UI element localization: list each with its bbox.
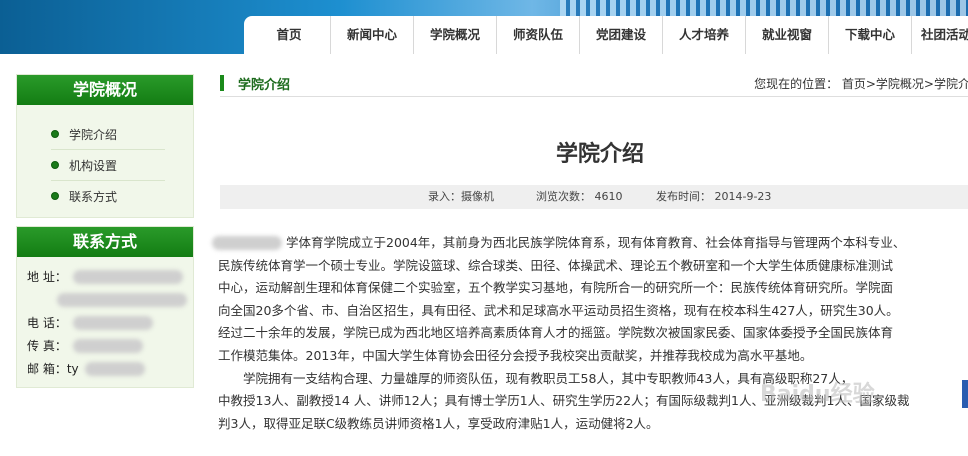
meta-views: 浏览次数： 4610 (536, 190, 623, 203)
title-marker (220, 75, 224, 91)
breadcrumb[interactable]: 您现在的位置： 首页>学院概况>学院介 (754, 75, 968, 92)
nav-overview[interactable]: 学院概况 (414, 16, 497, 54)
site-header: 首页 新闻中心 学院概况 师资队伍 党团建设 人才培养 就业视窗 下载中心 社团… (0, 0, 968, 54)
nav-news[interactable]: 新闻中心 (331, 16, 414, 54)
article-line: 判3人，取得亚足联C级教练员讲师资格1人，享受政府津贴1人，运动健将2人。 (218, 415, 659, 431)
article-meta: 录入：摄像机 浏览次数： 4610 发布时间： 2014-9-23 (220, 185, 968, 209)
sidebar-list: 学院介绍 机构设置 联系方式 (17, 105, 193, 213)
contact-label: 地 址： (27, 270, 67, 284)
contact-label: 传 真： (27, 339, 67, 353)
article-line: 向全国20多个省、市、自治区招生，具有田径、武术和足球高水平运动员招生资格，现有… (218, 302, 899, 318)
redacted-blur (72, 338, 143, 353)
bullet-icon (51, 192, 59, 200)
bullet-icon (51, 161, 59, 169)
sidebar-item-contact[interactable]: 联系方式 (51, 181, 165, 211)
sidebar-item-label: 机构设置 (69, 158, 118, 173)
article-title: 学院介绍 (555, 142, 644, 167)
nav-downloads[interactable]: 下载中心 (829, 16, 912, 54)
section-title: 学院介绍 (238, 78, 291, 93)
sidebar-item-intro[interactable]: 学院介绍 (51, 119, 165, 150)
redacted-blur (72, 269, 183, 284)
main-nav: 首页 新闻中心 学院概况 师资队伍 党团建设 人才培养 就业视窗 下载中心 社团… (248, 16, 968, 54)
meta-date: 发布时间： 2014-9-23 (656, 190, 772, 203)
nav-home[interactable]: 首页 (248, 16, 331, 54)
contact-fax: 传 真： (27, 334, 193, 357)
article-line: 中心，运动解剖生理和体育保健二个实验室，五个教学实习基地，有院所合一的研究所一个… (218, 280, 894, 296)
sidebar-item-label: 学院介绍 (69, 127, 118, 142)
contact-email: 邮 箱： ty (27, 357, 193, 380)
contact-phone: 电 话： (27, 311, 193, 334)
contact-address: 地 址： (27, 265, 193, 288)
article-line: 工作模范集体。2013年，中国大学生体育协会田径分会授予我校突出贡献奖，并推荐我… (218, 347, 813, 363)
article-line: 民族传统体育学一个硕士专业。学院设篮球、综合球类、田径、体操武术、理论五个教研室… (218, 257, 894, 273)
redacted-blur (84, 361, 145, 376)
article-line: 经过二十余年的发展，学院已成为西北地区培养高素质体育人才的摇篮。学院数次被国家民… (218, 325, 894, 341)
contact-label: 电 话： (27, 316, 67, 330)
sidebar-overview-title: 学院概况 (17, 75, 193, 105)
contact-address-cont (27, 288, 193, 311)
sidebar-contact-title: 联系方式 (17, 227, 193, 257)
nav-clubs[interactable]: 社团活动 (912, 16, 968, 54)
nav-talent[interactable]: 人才培养 (663, 16, 746, 54)
section-header: 学院介绍 您现在的位置： 首页>学院概况>学院介 (220, 72, 968, 97)
nav-party[interactable]: 党团建设 (580, 16, 663, 54)
contact-email-value: ty (66, 361, 79, 376)
article-line: 学体育学院成立于2004年，其前身为西北民族学院体育系，现有体育教育、社会体育指… (286, 235, 906, 250)
redacted-blur (72, 315, 153, 330)
meta-author: 录入：摄像机 (428, 190, 494, 203)
sidebar-contact: 联系方式 地 址： 电 话： 传 真： 邮 箱： ty (16, 226, 194, 388)
sidebar-item-label: 联系方式 (69, 189, 118, 204)
bullet-icon (51, 130, 59, 138)
nav-employment[interactable]: 就业视窗 (746, 16, 829, 54)
sidebar-overview: 学院概况 学院介绍 机构设置 联系方式 (16, 74, 194, 218)
sidebar-item-structure[interactable]: 机构设置 (51, 150, 165, 181)
contact-info: 地 址： 电 话： 传 真： 邮 箱： ty (17, 257, 193, 380)
baidu-watermark: Baidu经验 (760, 382, 875, 407)
side-float-tab[interactable] (962, 380, 968, 408)
redacted-blur (57, 292, 187, 307)
contact-label: 邮 箱： (27, 362, 67, 376)
nav-faculty[interactable]: 师资队伍 (497, 16, 580, 54)
